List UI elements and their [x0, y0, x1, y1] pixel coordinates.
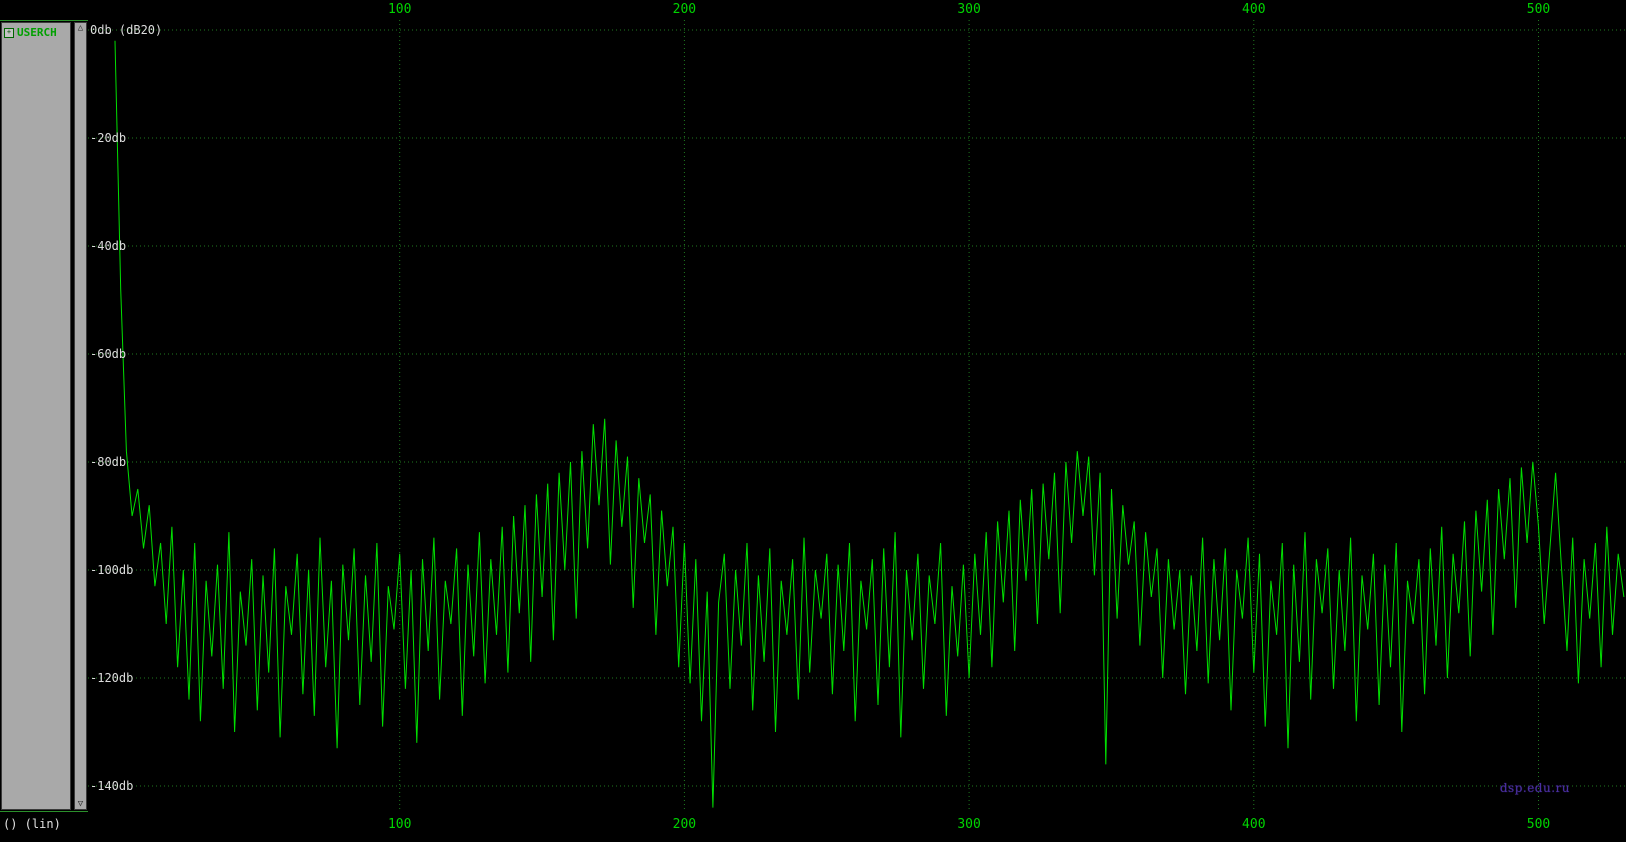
signal-name-label[interactable]: USERCH [17, 26, 57, 39]
y-axis-label: -140db [90, 779, 134, 793]
y-axis-label: -120db [90, 671, 134, 685]
spectrum-plot-svg [88, 20, 1626, 812]
x-tick-label-300: 300 [957, 817, 981, 832]
spectrum-viewer-window: 100 200 300 400 500 + USERCH △ ▽ 0db (dB20) -… [0, 0, 1626, 842]
bottom-frequency-ruler: () (lin) 100 200 300 400 500 [0, 812, 1626, 842]
spectrum-plot-canvas[interactable] [88, 20, 1626, 812]
x-tick-label-300: 300 [957, 2, 981, 17]
x-tick-label-400: 400 [1242, 2, 1266, 17]
x-tick-label-100: 100 [387, 2, 412, 17]
y-axis-label: -100db [90, 563, 134, 577]
signal-list-item[interactable]: + USERCH [2, 23, 70, 42]
x-tick-label-500: 500 [1526, 817, 1551, 832]
y-axis-label: -20db [90, 131, 127, 145]
scroll-down-icon[interactable]: ▽ [78, 799, 83, 809]
y-axis-label: 0db (dB20) [90, 23, 163, 37]
top-frequency-ruler: 100 200 300 400 500 [0, 0, 1626, 20]
scroll-up-icon[interactable]: △ [78, 23, 83, 33]
y-axis-unit-label: (dB20) [111, 23, 163, 37]
x-tick-label-200: 200 [672, 817, 697, 832]
x-tick-label-100: 100 [387, 817, 412, 832]
y-axis-label: -60db [90, 347, 127, 361]
y-axis-label: -40db [90, 239, 127, 253]
y-axis-label: -80db [90, 455, 127, 469]
vertical-scrollbar[interactable]: △ ▽ [74, 22, 87, 810]
x-tick-label-400: 400 [1242, 817, 1266, 832]
spectrum-trace [114, 40, 1625, 808]
signal-checkbox-icon[interactable]: + [4, 27, 14, 38]
x-axis-mode-label: () (lin) [3, 817, 61, 831]
signal-list-panel: + USERCH [1, 22, 71, 810]
x-tick-label-200: 200 [672, 2, 697, 17]
x-tick-label-500: 500 [1526, 2, 1551, 17]
watermark-text: dsp.edu.ru [1499, 781, 1570, 795]
